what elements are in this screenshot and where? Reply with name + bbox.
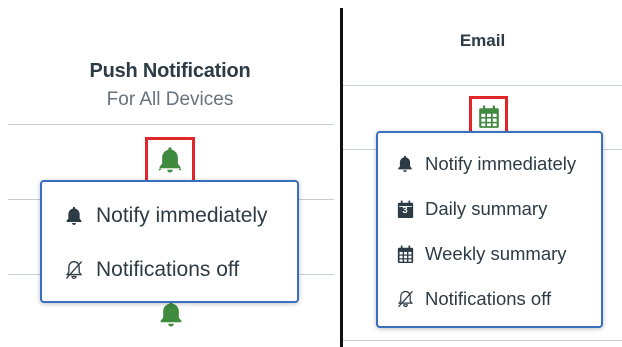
bell-icon — [62, 205, 86, 227]
push-column-title: Push Notification — [89, 60, 251, 82]
push-notification-column: Push Notification For All Devices Notify… — [0, 0, 340, 347]
email-column: Email Notify immediately 3 Daily summary… — [343, 0, 622, 347]
push-frequency-button[interactable] — [151, 142, 189, 178]
bell-slash-icon — [62, 259, 86, 281]
bell-icon — [395, 154, 415, 174]
menu-item-label: Notify immediately — [96, 204, 268, 227]
menu-item-label: Weekly summary — [425, 243, 567, 264]
row-divider — [343, 85, 622, 86]
bell-slash-icon — [395, 289, 415, 309]
menu-item-notify-immediately[interactable]: Notify immediately — [42, 198, 297, 234]
menu-item-daily-summary[interactable]: 3 Daily summary — [378, 193, 601, 225]
menu-item-notify-immediately[interactable]: Notify immediately — [378, 148, 601, 180]
email-frequency-button[interactable] — [474, 101, 503, 133]
row-divider — [343, 340, 622, 341]
menu-item-notifications-off[interactable]: Notifications off — [378, 283, 601, 315]
row-divider — [8, 124, 334, 125]
menu-item-label: Notifications off — [96, 258, 240, 281]
push-column-subtitle: For All Devices — [106, 89, 234, 110]
email-column-title: Email — [459, 31, 506, 50]
calendar-grid-icon — [395, 245, 415, 264]
bell-icon — [158, 147, 182, 173]
calendar-day-number: 3 — [402, 204, 408, 216]
menu-item-label: Notify immediately — [425, 153, 577, 174]
calendar-grid-icon — [478, 105, 499, 128]
push-frequency-menu: Notify immediately Notifications off — [40, 180, 299, 303]
menu-item-notifications-off[interactable]: Notifications off — [42, 252, 297, 288]
menu-item-label: Notifications off — [425, 288, 552, 309]
menu-item-weekly-summary[interactable]: Weekly summary — [378, 238, 601, 270]
bell-icon — [160, 301, 182, 327]
menu-item-label: Daily summary — [425, 198, 548, 219]
calendar-day-icon: 3 — [395, 200, 415, 219]
email-frequency-menu: Notify immediately 3 Daily summary Weekl… — [376, 131, 603, 328]
